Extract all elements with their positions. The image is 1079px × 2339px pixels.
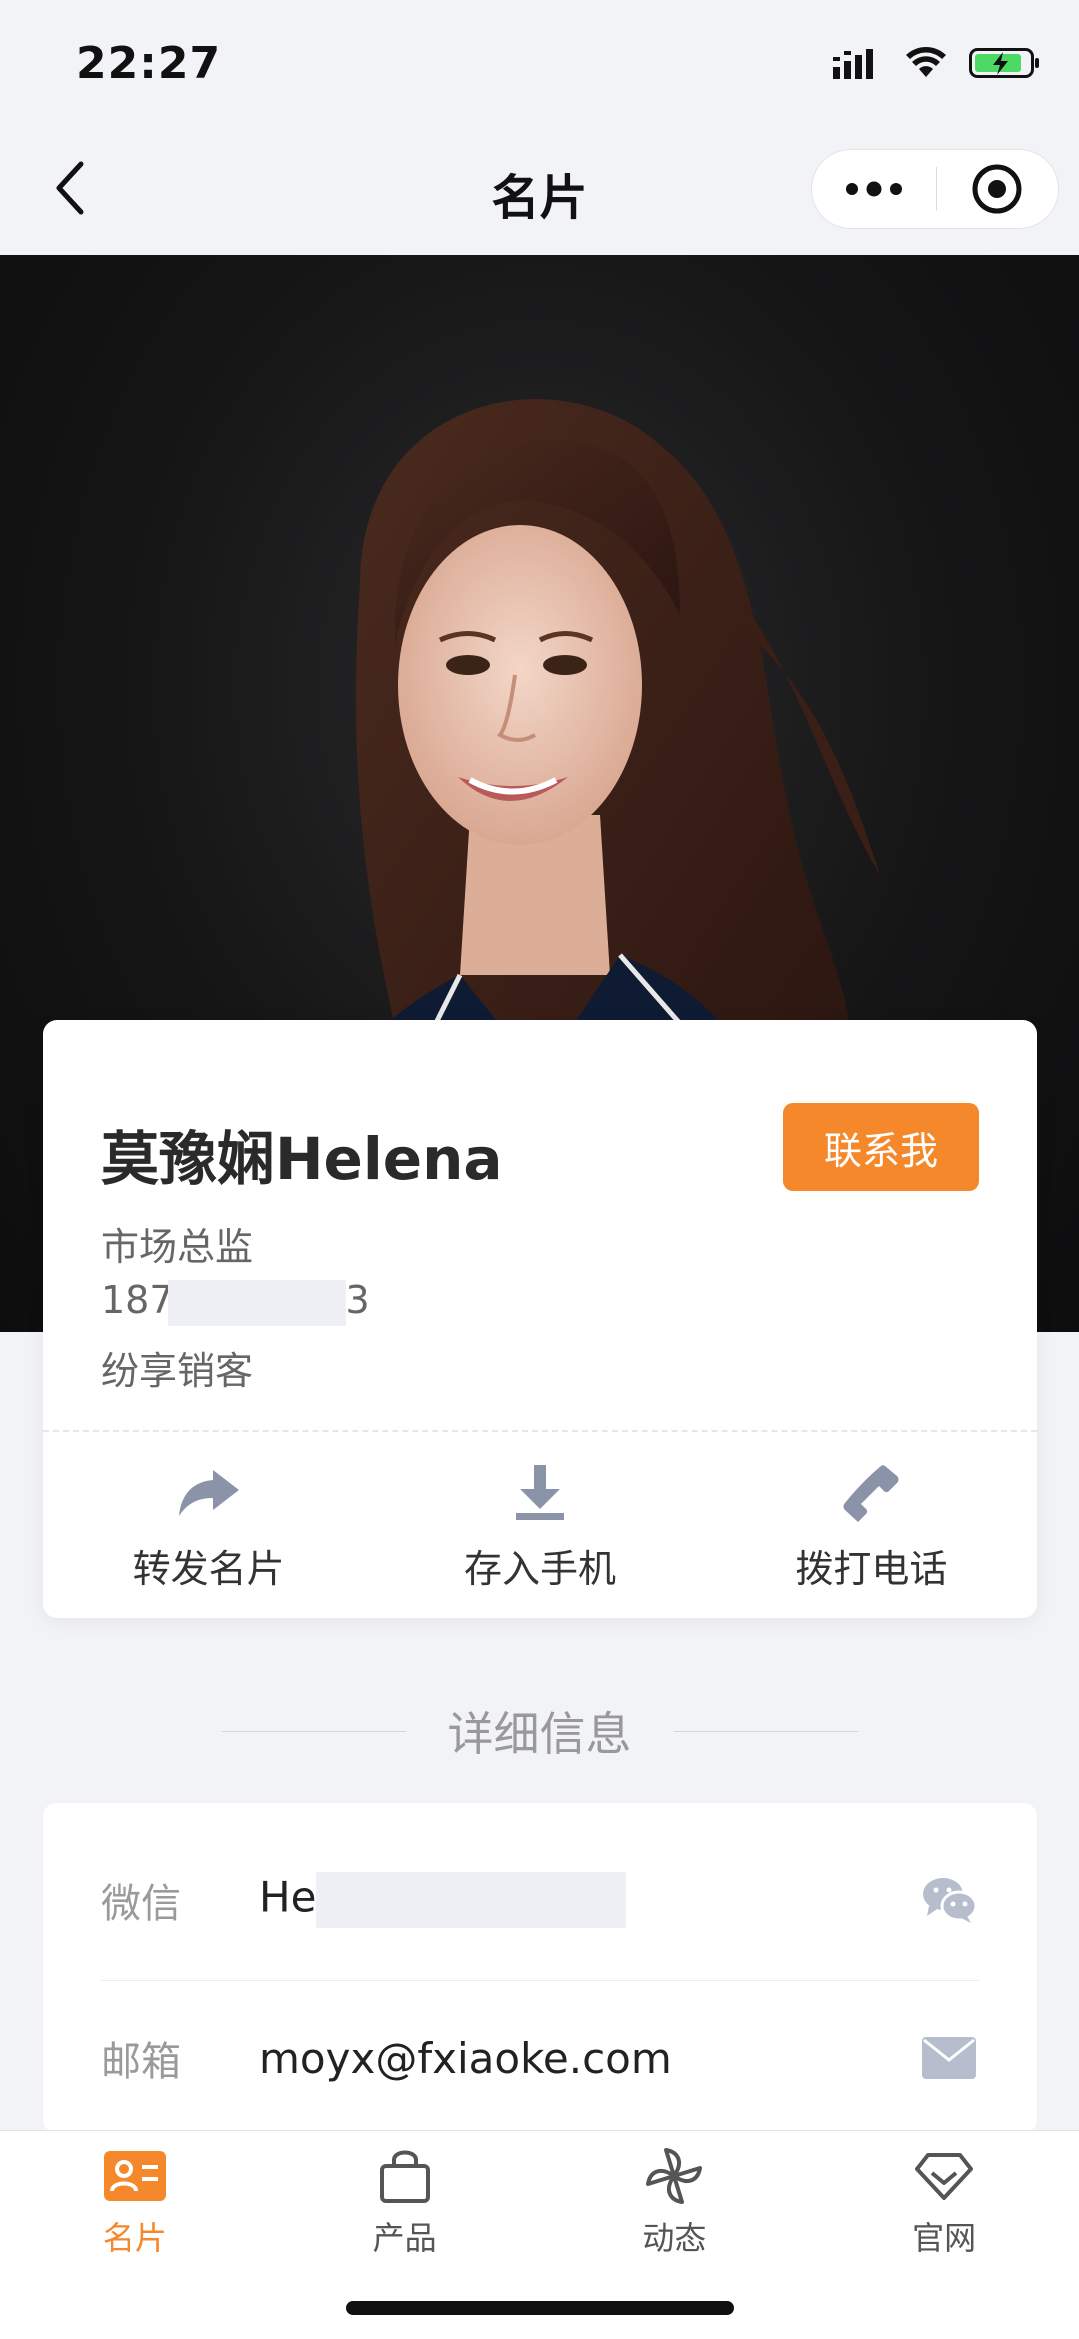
bag-icon — [372, 2145, 438, 2207]
diamond-icon — [911, 2145, 977, 2207]
more-button[interactable] — [812, 149, 936, 229]
card-phone-suffix: 3 — [345, 1278, 370, 1322]
detail-value-wechat: He — [259, 1872, 919, 1928]
wechat-icon[interactable] — [919, 1870, 979, 1930]
heading-line-right — [673, 1730, 858, 1732]
share-card-label: 转发名片 — [132, 1547, 285, 1591]
phone-redaction — [167, 1279, 346, 1326]
heading-line-left — [221, 1730, 406, 1732]
share-card-button[interactable]: 转发名片 — [43, 1430, 374, 1618]
card-position: 市场总监 — [101, 1225, 254, 1269]
detail-divider — [101, 1980, 979, 1981]
detail-value-email: moyx@fxiaoke.com — [259, 2033, 672, 2083]
share-icon — [177, 1460, 241, 1524]
phone-icon — [839, 1460, 903, 1524]
details-heading: 详细信息 — [0, 1698, 1079, 1764]
business-card: 莫豫娴Helena 联系我 市场总监 1873 纷享销客 转发名片 存入手机 — [43, 1020, 1037, 1618]
tab-products[interactable]: 产品 — [270, 2131, 540, 2271]
card-phone-prefix: 187 — [101, 1278, 174, 1322]
download-icon — [508, 1460, 572, 1524]
card-phone: 187 3 — [101, 1278, 370, 1326]
tab-moments[interactable]: 动态 — [540, 2131, 810, 2271]
more-icon — [845, 181, 902, 197]
tab-products-label: 产品 — [372, 2219, 437, 2257]
home-indicator — [346, 2301, 734, 2315]
wechat-value-text: He — [259, 1872, 317, 1922]
card-actions: 转发名片 存入手机 拨打电话 — [43, 1430, 1037, 1618]
save-to-phone-label: 存入手机 — [463, 1547, 616, 1591]
close-button[interactable] — [937, 149, 1059, 229]
card-name: 莫豫娴Helena — [101, 1125, 503, 1193]
signal-icon — [833, 47, 883, 83]
tab-card-label: 名片 — [102, 2219, 167, 2257]
battery-icon — [969, 46, 1041, 84]
tab-website[interactable]: 官网 — [809, 2131, 1079, 2271]
call-phone-label: 拨打电话 — [795, 1547, 948, 1591]
tab-bar: 名片 产品 动态 官网 — [0, 2130, 1079, 2339]
details-panel: 微信 He 邮箱 moyx@fxiaoke.com — [43, 1803, 1037, 2133]
status-icons — [833, 46, 1041, 84]
status-bar: 22:27 — [0, 0, 1079, 120]
mail-icon[interactable] — [919, 2028, 979, 2088]
detail-label-wechat: 微信 — [101, 1881, 181, 1927]
detail-label-email: 邮箱 — [101, 2039, 181, 2085]
save-to-phone-button[interactable]: 存入手机 — [374, 1430, 705, 1618]
detail-row-email[interactable]: 邮箱 moyx@fxiaoke.com — [101, 2003, 979, 2113]
call-phone-button[interactable]: 拨打电话 — [706, 1430, 1037, 1618]
wifi-icon — [905, 47, 947, 83]
card-icon — [102, 2145, 168, 2207]
details-heading-text: 详细信息 — [447, 1707, 632, 1761]
target-icon — [972, 164, 1022, 214]
wechat-redaction — [316, 1872, 627, 1928]
tab-website-label: 官网 — [912, 2219, 977, 2257]
card-company: 纷享销客 — [101, 1349, 254, 1393]
pinwheel-icon — [641, 2145, 707, 2207]
status-time: 22:27 — [76, 38, 222, 89]
mini-program-capsule — [811, 149, 1059, 229]
detail-row-wechat[interactable]: 微信 He — [101, 1845, 979, 1955]
contact-me-button[interactable]: 联系我 — [783, 1103, 979, 1191]
nav-bar: 名片 — [0, 120, 1079, 255]
tab-moments-label: 动态 — [642, 2219, 707, 2257]
tab-card[interactable]: 名片 — [0, 2131, 270, 2271]
